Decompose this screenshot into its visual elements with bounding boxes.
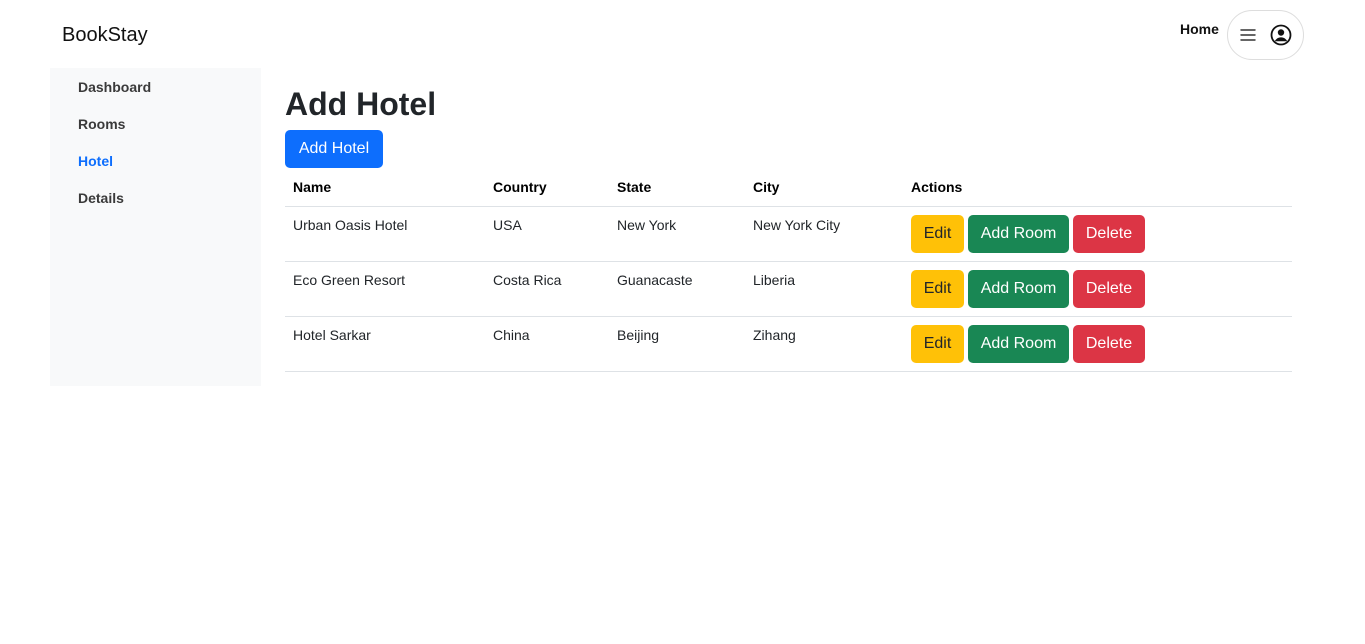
sidebar-item-details[interactable]: Details [78,190,124,206]
add-room-button[interactable]: Add Room [968,214,1069,253]
hotels-table: Name Country State City Actions Urban Oa… [285,168,1292,372]
edit-button[interactable]: Edit [911,324,964,363]
hamburger-icon [1239,28,1256,42]
column-header-state: State [609,168,745,207]
brand-logo[interactable]: BookStay [62,24,148,47]
actions-cell: Edit Add Room Delete [903,206,1292,262]
add-hotel-button[interactable]: Add Hotel [285,130,383,168]
delete-button[interactable]: Delete [1073,324,1145,363]
column-header-name: Name [285,168,485,207]
hotel-name-cell: Eco Green Resort [285,261,485,317]
hotel-state-cell: Guanacaste [609,261,745,317]
delete-button[interactable]: Delete [1073,269,1145,308]
hotel-country-cell: China [485,316,609,372]
table-row: Urban Oasis Hotel USA New York New York … [285,206,1292,262]
actions-cell: Edit Add Room Delete [903,261,1292,317]
column-header-city: City [745,168,903,207]
hotel-city-cell: Liberia [745,261,903,317]
edit-button[interactable]: Edit [911,214,964,253]
add-room-button[interactable]: Add Room [968,269,1069,308]
hotel-name-cell: Hotel Sarkar [285,316,485,372]
column-header-actions: Actions [903,168,1292,207]
column-header-country: Country [485,168,609,207]
sidebar-item-rooms[interactable]: Rooms [78,116,125,132]
hotel-city-cell: New York City [745,206,903,262]
user-menu-button[interactable] [1227,10,1304,60]
sidebar-item-hotel[interactable]: Hotel [78,153,113,169]
add-room-button[interactable]: Add Room [968,324,1069,363]
actions-cell: Edit Add Room Delete [903,316,1292,372]
page-title: Add Hotel [285,86,437,122]
hotel-state-cell: Beijing [609,316,745,372]
table-row: Hotel Sarkar China Beijing Zihang Edit A… [285,316,1292,372]
hotel-country-cell: USA [485,206,609,262]
sidebar: Dashboard Rooms Hotel Details [50,68,261,386]
sidebar-item-dashboard[interactable]: Dashboard [78,79,151,95]
delete-button[interactable]: Delete [1073,214,1145,253]
nav-home-link[interactable]: Home [1180,21,1219,37]
table-row: Eco Green Resort Costa Rica Guanacaste L… [285,261,1292,317]
hotel-country-cell: Costa Rica [485,261,609,317]
hotel-city-cell: Zihang [745,316,903,372]
table-header-row: Name Country State City Actions [285,168,1292,207]
hotel-state-cell: New York [609,206,745,262]
hotel-name-cell: Urban Oasis Hotel [285,206,485,262]
edit-button[interactable]: Edit [911,269,964,308]
user-circle-icon [1270,24,1292,46]
